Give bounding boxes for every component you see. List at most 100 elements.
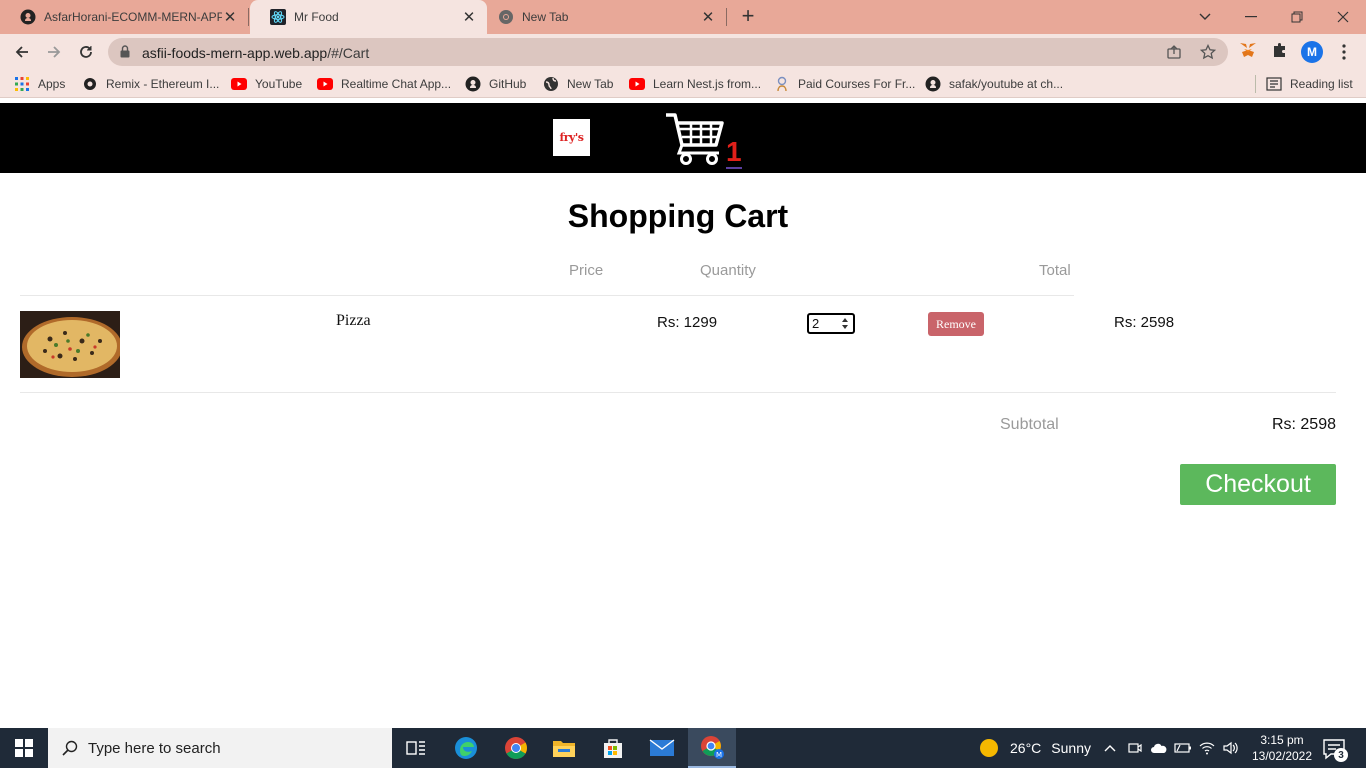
clock-time: 3:15 pm [1260, 733, 1304, 747]
store-icon [604, 739, 622, 758]
remove-item-button[interactable]: Remove [928, 312, 984, 336]
chrome-icon [505, 737, 527, 759]
weather-temp: 26°C [1010, 740, 1042, 756]
github-icon [20, 9, 36, 25]
tab-search-button[interactable] [1182, 0, 1228, 34]
close-tab-icon[interactable]: ✕ [700, 9, 716, 26]
youtube-icon [231, 76, 247, 92]
bookmark-youtube[interactable]: YouTube [231, 75, 302, 93]
bookmark-label: Learn Nest.js from... [653, 77, 762, 91]
bookmark-new-tab[interactable]: New Tab [543, 75, 613, 93]
address-bar[interactable]: asfii-foods-mern-app.web.app/#/Cart [108, 38, 1228, 66]
taskbar-mail[interactable] [638, 728, 686, 768]
bookmark-github[interactable]: GitHub [465, 75, 526, 93]
battery-tray[interactable] [1172, 728, 1194, 768]
extensions-puzzle-icon[interactable] [1270, 40, 1290, 60]
url-path: /#/Cart [327, 45, 370, 61]
taskbar-clock[interactable]: 3:15 pm 13/02/2022 [1246, 732, 1318, 764]
new-tab-button[interactable]: + [736, 5, 760, 29]
tab-divider [726, 8, 727, 26]
more-menu-icon[interactable] [1336, 42, 1352, 62]
reading-list-icon [1266, 76, 1282, 92]
taskbar-search-box[interactable]: Type here to search [48, 728, 392, 768]
minimize-button[interactable] [1228, 0, 1274, 34]
reading-list-button[interactable]: Reading list [1266, 75, 1353, 93]
chrome-icon [499, 10, 513, 24]
item-price: Rs: 1299 [657, 314, 718, 331]
taskbar-store[interactable] [589, 728, 637, 768]
metamask-fox-icon[interactable] [1238, 40, 1258, 60]
meet-now-tray[interactable] [1124, 728, 1146, 768]
show-hidden-icons-button[interactable] [1100, 728, 1120, 768]
bookmark-nestjs[interactable]: Learn Nest.js from... [629, 75, 761, 93]
item-total: Rs: 2598 [1114, 314, 1175, 331]
speaker-icon [1223, 741, 1238, 755]
onedrive-tray[interactable] [1148, 728, 1170, 768]
column-header-price: Price [569, 262, 604, 279]
browser-tab-strip: AsfarHorani-ECOMM-MERN-APP ✕ Mr Food ✕ N… [0, 0, 1366, 34]
url-host: asfii-foods-mern-app.web.app [142, 45, 328, 61]
quantity-value: 2 [812, 316, 820, 331]
github-icon [465, 76, 481, 92]
windows-taskbar: Type here to search M 26°C Sunny 3:15 pm… [0, 728, 1366, 768]
youtube-icon [629, 76, 645, 92]
header-divider [20, 295, 1074, 296]
site-logo[interactable]: fry's [553, 119, 590, 156]
cart-count-badge[interactable]: 1 [726, 137, 742, 169]
tab-title: AsfarHorani-ECOMM-MERN-APP [44, 10, 222, 24]
bookmark-label: safak/youtube at ch... [949, 77, 1064, 91]
bookmark-label: GitHub [489, 77, 527, 91]
tab-github-repo[interactable]: AsfarHorani-ECOMM-MERN-APP ✕ [0, 0, 248, 34]
back-button[interactable] [10, 40, 34, 64]
volume-tray[interactable] [1220, 728, 1242, 768]
folder-icon [553, 741, 575, 757]
reload-button[interactable] [74, 40, 98, 64]
restore-button[interactable] [1274, 0, 1320, 34]
tab-divider [248, 8, 249, 26]
network-tray[interactable] [1196, 728, 1218, 768]
chevron-down-icon [1199, 13, 1211, 20]
checkout-button[interactable]: Checkout [1180, 464, 1336, 505]
windows-logo-icon [15, 739, 33, 757]
mail-icon [649, 739, 675, 756]
tab-mr-food[interactable]: Mr Food ✕ [250, 0, 487, 34]
edge-icon [455, 737, 477, 759]
weather-widget[interactable]: 26°C Sunny [980, 728, 1091, 768]
task-view-button[interactable] [392, 728, 440, 768]
start-button[interactable] [0, 728, 48, 768]
bookmark-remix[interactable]: Remix - Ethereum I... [82, 75, 219, 93]
bookmark-safak-youtube[interactable]: safak/youtube at ch... [925, 75, 1063, 93]
quantity-stepper[interactable]: 2 [807, 313, 855, 334]
close-window-button[interactable] [1320, 0, 1366, 34]
spinner-arrows-icon[interactable] [841, 317, 849, 330]
taskbar-chrome[interactable] [492, 728, 540, 768]
battery-icon [1174, 743, 1191, 753]
bookmark-apps[interactable]: Apps [14, 75, 65, 93]
share-icon[interactable] [1166, 44, 1182, 60]
close-tab-icon[interactable]: ✕ [222, 9, 238, 26]
lock-icon[interactable] [120, 45, 130, 58]
close-tab-icon[interactable]: ✕ [461, 9, 477, 26]
bookmark-realtime-chat[interactable]: Realtime Chat App... [317, 75, 451, 93]
subtotal-value: Rs: 2598 [1271, 416, 1336, 433]
close-icon [1337, 11, 1349, 23]
bookmark-star-icon[interactable] [1200, 44, 1216, 60]
task-view-icon [406, 741, 425, 755]
taskbar-chrome-profile[interactable]: M [688, 728, 736, 768]
chevron-up-icon [1104, 745, 1116, 752]
item-name: Pizza [336, 312, 371, 329]
chrome-profile-icon: M [701, 736, 724, 759]
subtotal-label: Subtotal [1000, 416, 1059, 433]
search-icon [62, 740, 78, 756]
reload-icon [80, 46, 92, 58]
tab-title: New Tab [522, 10, 569, 24]
taskbar-edge[interactable] [442, 728, 490, 768]
taskbar-file-explorer[interactable] [540, 728, 588, 768]
remix-icon [82, 76, 98, 92]
tab-new-tab[interactable]: New Tab ✕ [478, 0, 726, 34]
shopping-cart-icon[interactable] [664, 111, 726, 165]
bookmark-paid-courses[interactable]: Paid Courses For Fr... [774, 75, 915, 93]
search-placeholder: Type here to search [88, 739, 221, 757]
profile-avatar[interactable]: M [1301, 41, 1323, 63]
forward-button[interactable] [42, 40, 66, 64]
